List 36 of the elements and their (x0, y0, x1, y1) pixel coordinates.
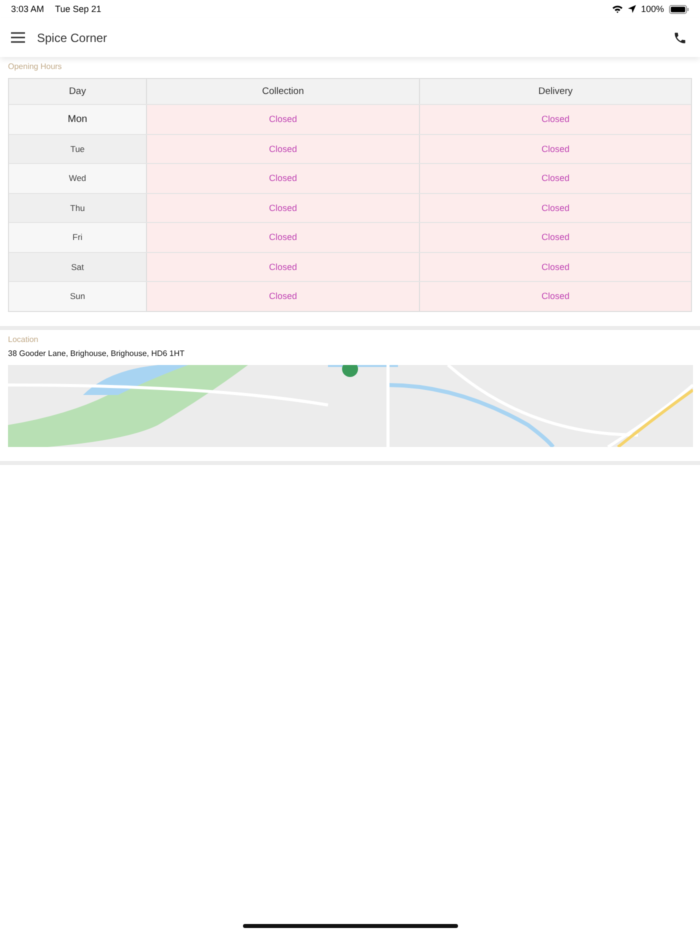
collection-cell: Closed (146, 194, 419, 222)
location-arrow-icon (628, 5, 636, 13)
battery-icon (669, 4, 689, 14)
day-cell: Sat (9, 252, 146, 281)
day-cell: Fri (9, 223, 146, 252)
day-cell: Mon (9, 105, 146, 134)
phone-icon (673, 30, 687, 44)
status-date: Tue Sep 21 (55, 4, 102, 14)
collection-cell: Closed (146, 223, 419, 252)
section-heading: Opening Hours (8, 62, 63, 71)
delivery-cell: Closed (419, 282, 691, 310)
delivery-cell: Closed (419, 164, 691, 192)
collection-cell: Closed (146, 282, 419, 310)
delivery-cell: Closed (419, 105, 691, 134)
delivery-cell: Closed (419, 252, 691, 281)
column-header: Day (9, 79, 146, 104)
collection-cell: Closed (146, 105, 419, 134)
section-heading: Location (8, 334, 40, 344)
battery-percent: 100% (640, 4, 664, 14)
status-time: 3:03 AM (11, 4, 44, 14)
menu-icon (11, 32, 25, 43)
collection-cell: Closed (146, 252, 419, 281)
delivery-cell: Closed (419, 134, 691, 163)
day-cell: Thu (9, 194, 146, 222)
collection-cell: Closed (146, 164, 419, 192)
column-header: Delivery (419, 79, 691, 104)
app-title: Spice Corner (37, 30, 108, 44)
column-header: Collection (146, 79, 419, 104)
address-text: 38 Gooder Lane, Brighouse, Brighouse, HD6 1HT (8, 348, 186, 358)
delivery-cell: Closed (419, 223, 691, 252)
collection-cell: Closed (146, 134, 419, 163)
day-cell: Sun (9, 282, 146, 310)
wifi-icon (612, 5, 623, 13)
day-cell: Wed (9, 164, 146, 192)
day-cell: Tue (9, 134, 146, 163)
delivery-cell: Closed (419, 194, 691, 222)
